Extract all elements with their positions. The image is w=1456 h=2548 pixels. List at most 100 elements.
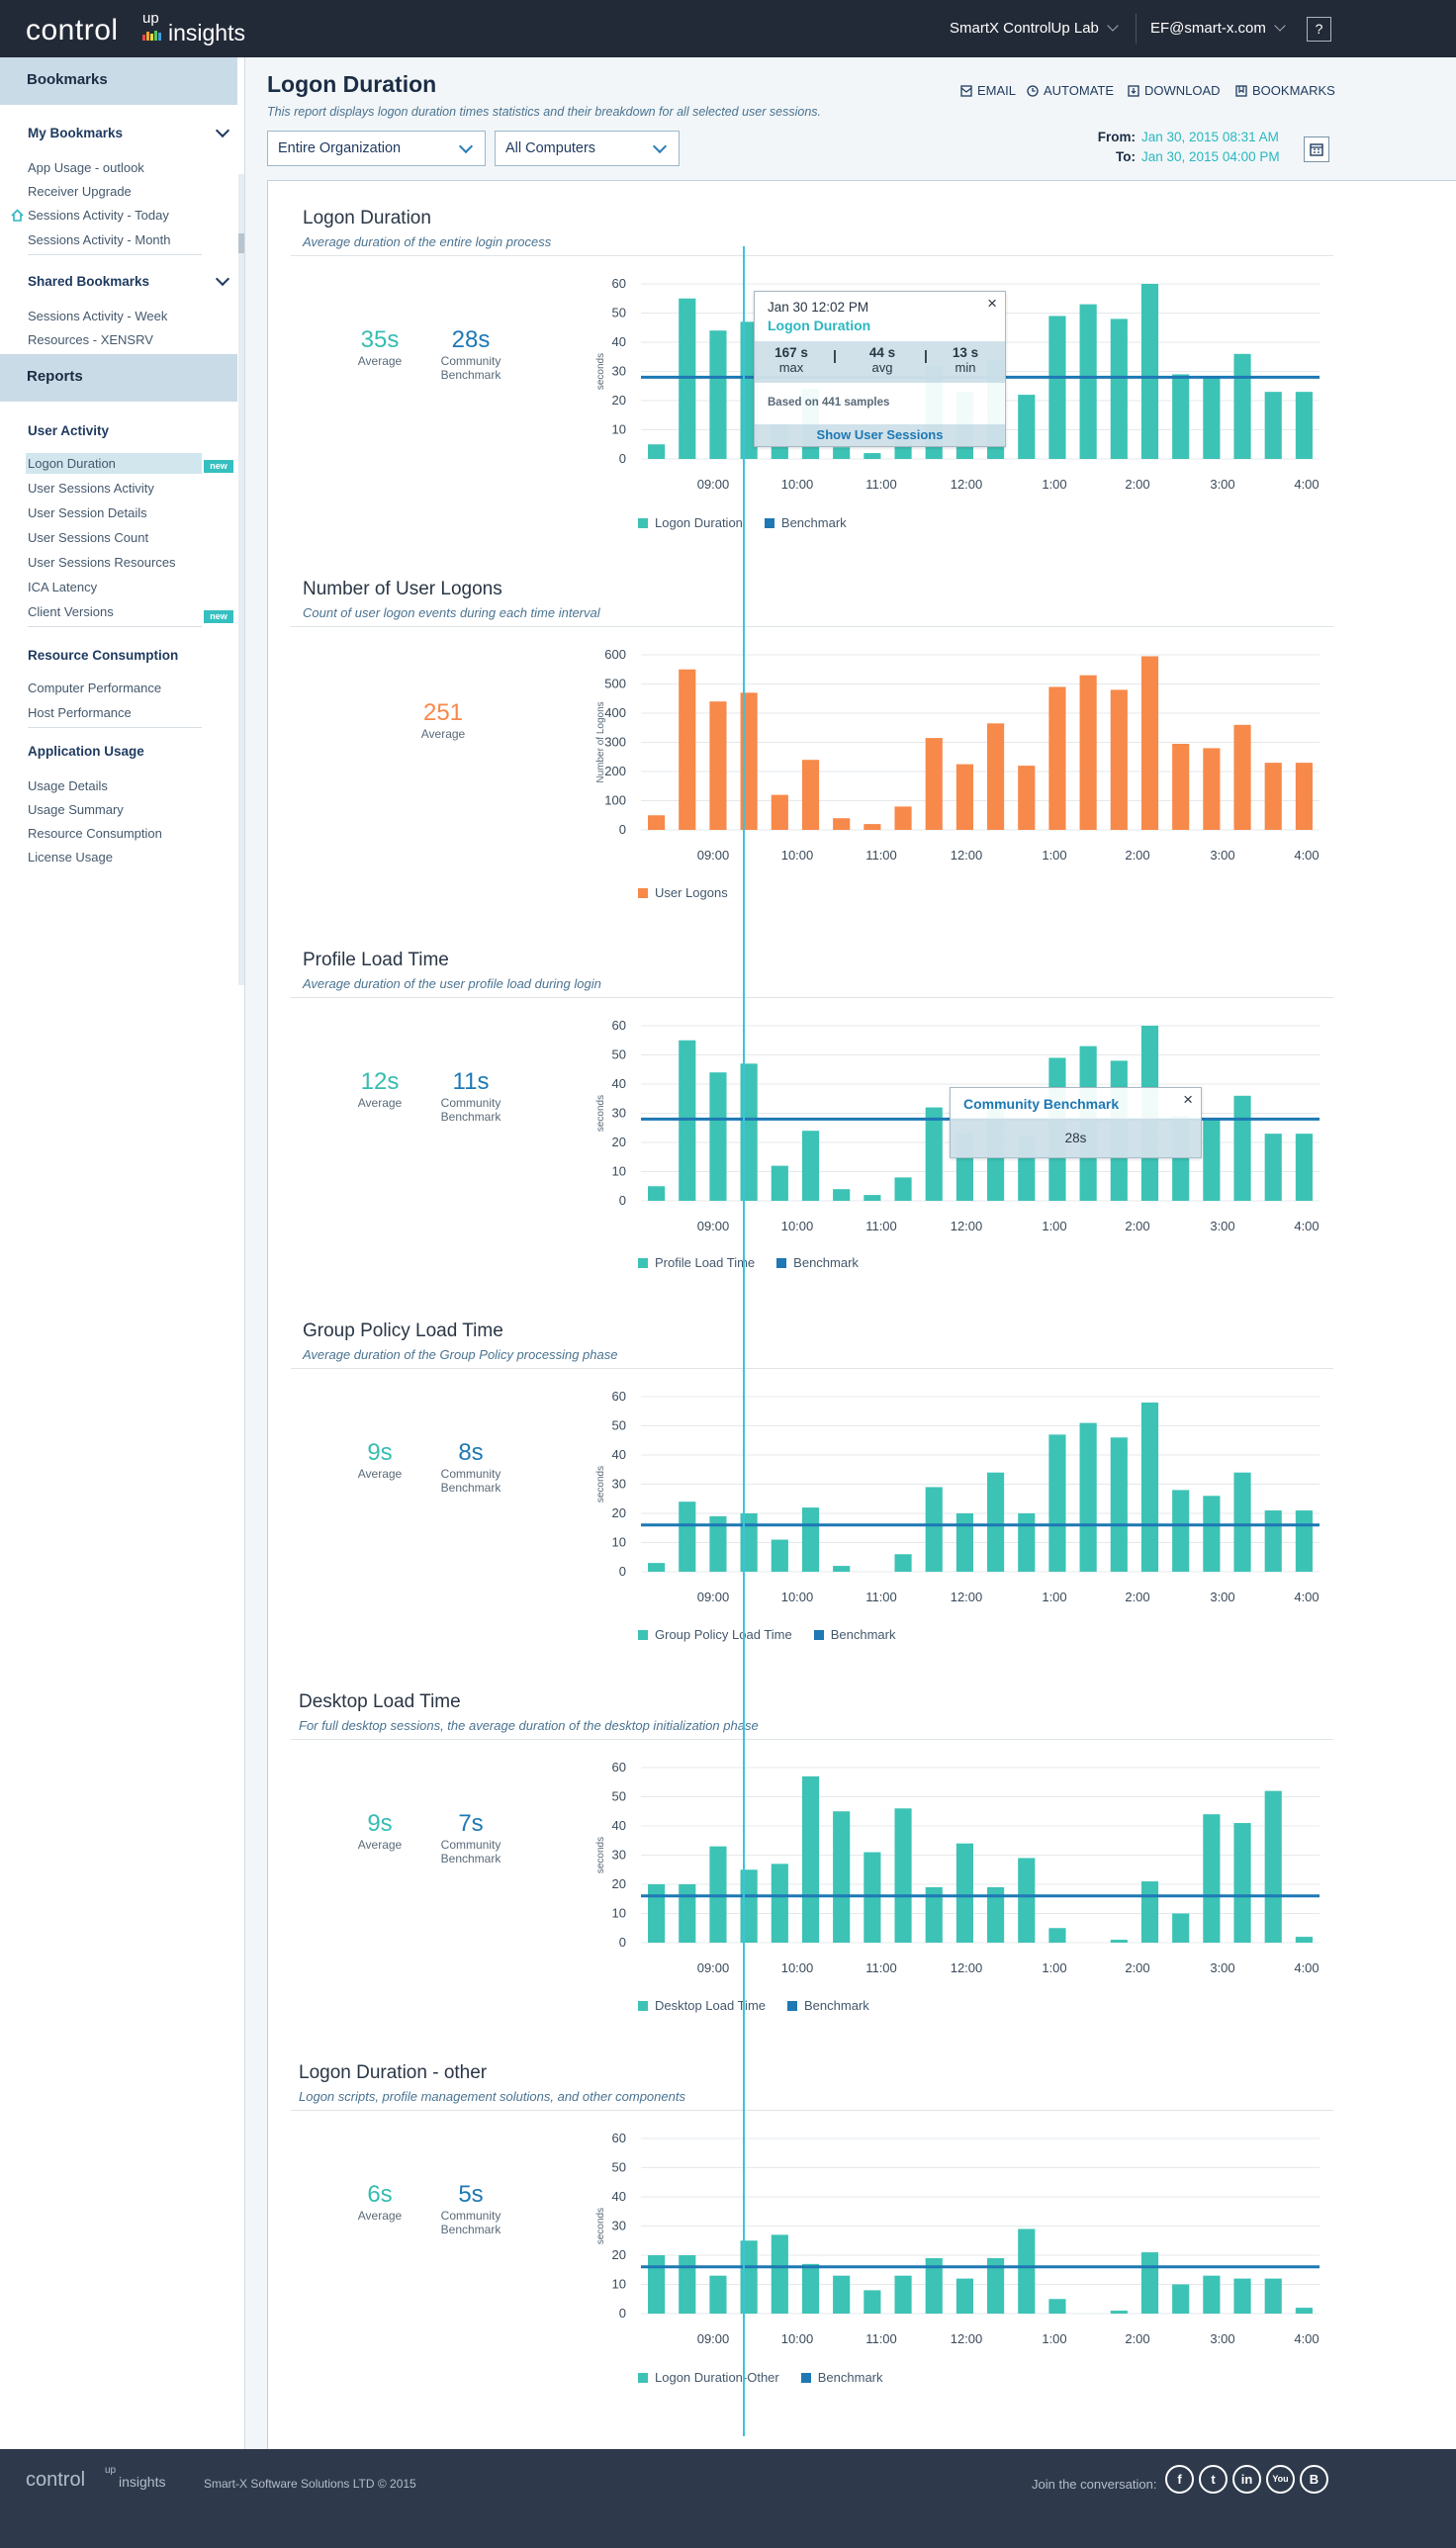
chart-bar <box>894 1554 912 1572</box>
chart-bar <box>771 1539 788 1572</box>
separator: | <box>833 347 837 363</box>
x-tick-label: 3:00 <box>1210 1219 1234 1233</box>
chart-bar <box>801 1131 820 1201</box>
y-tick-label: 20 <box>612 1135 626 1149</box>
y-tick-label: 20 <box>612 1876 626 1891</box>
chart-bar <box>1233 1472 1251 1572</box>
y-tick-label: 40 <box>612 1818 626 1833</box>
x-tick-label: 2:00 <box>1125 848 1149 863</box>
chart-bar <box>1140 284 1159 459</box>
avg-label: avg <box>871 360 893 375</box>
chart-bar <box>1264 2278 1282 2314</box>
avg-value: 44 s <box>868 345 896 360</box>
chart-bar <box>1140 2252 1159 2314</box>
y-tick-label: 30 <box>612 1477 626 1492</box>
twitter-icon[interactable]: t <box>1199 2465 1228 2494</box>
x-tick-label: 4:00 <box>1294 1219 1319 1233</box>
chart-bar <box>1295 2308 1313 2314</box>
x-tick-label: 3:00 <box>1210 848 1234 863</box>
separator: | <box>924 347 928 363</box>
chart-bar <box>1295 1510 1313 1572</box>
close-icon[interactable]: × <box>1183 1090 1193 1110</box>
chart-bar <box>894 1177 912 1201</box>
tooltip-avg: 44 s avg <box>848 345 917 375</box>
x-tick-label: 4:00 <box>1294 477 1319 492</box>
logo-up-text: up <box>105 2465 117 2476</box>
chart-bar <box>1018 395 1036 459</box>
y-tick-label: 20 <box>612 2247 626 2262</box>
show-user-sessions-link[interactable]: Show User Sessions <box>755 424 1005 446</box>
chart-bar <box>1203 377 1221 459</box>
y-tick-label: 60 <box>612 2131 626 2145</box>
y-tick-label: 300 <box>604 735 626 750</box>
x-tick-label: 10:00 <box>781 477 814 492</box>
y-axis-label: seconds <box>595 1837 606 1873</box>
chart-bar <box>1018 1858 1036 1943</box>
chart-bar <box>801 2263 820 2314</box>
y-tick-label: 30 <box>612 2219 626 2233</box>
chart-bar <box>833 1189 851 1201</box>
tooltip-min: 13 s min <box>931 345 1000 375</box>
y-tick-label: 0 <box>619 2306 626 2320</box>
chart-bar <box>864 2290 881 2314</box>
chart-bar <box>1048 1434 1066 1572</box>
y-tick-label: 40 <box>612 1076 626 1091</box>
time-cursor-line[interactable] <box>743 246 745 2436</box>
y-tick-label: 10 <box>612 1535 626 1550</box>
chart-bar <box>1110 2311 1128 2314</box>
chart-bar <box>1172 1490 1190 1572</box>
community-benchmark-tooltip: × Community Benchmark 28s <box>950 1087 1202 1158</box>
x-tick-label: 1:00 <box>1042 1219 1066 1233</box>
chart-bar <box>1079 675 1097 830</box>
chart-bar <box>801 1775 820 1943</box>
chart-bar <box>1295 1134 1313 1201</box>
max-label: max <box>778 360 804 375</box>
y-tick-label: 60 <box>612 1389 626 1404</box>
chart-bar <box>1140 1881 1159 1943</box>
chart-bar <box>709 2275 727 2314</box>
chart-bar <box>801 1507 820 1572</box>
close-icon[interactable]: × <box>987 294 997 314</box>
x-tick-label: 1:00 <box>1042 477 1066 492</box>
chart-bar <box>679 1884 696 1943</box>
chart-bar <box>833 2275 851 2314</box>
charts-canvas: 0 10 20 30 40 50 60 seconds 09:00 10:00 11:00 12:00… <box>595 276 1320 2346</box>
x-tick-label: 09:00 <box>697 848 730 863</box>
x-tick-label: 3:00 <box>1210 1590 1234 1604</box>
tooltip-date: Jan 30 12:02 PM <box>768 300 869 315</box>
chart-bar <box>679 1502 696 1572</box>
chart-bar <box>648 2255 666 2314</box>
min-value: 13 s <box>952 345 979 360</box>
linkedin-icon[interactable]: in <box>1232 2465 1261 2494</box>
y-axis-label: seconds <box>595 2208 606 2244</box>
chart-bar <box>771 2234 788 2314</box>
y-tick-label: 20 <box>612 1505 626 1520</box>
y-tick-label: 600 <box>604 647 626 662</box>
chart-bar <box>925 1107 943 1201</box>
y-tick-label: 0 <box>619 1193 626 1208</box>
chart-bar <box>894 2275 912 2314</box>
chart-bar <box>1264 392 1282 459</box>
facebook-icon[interactable]: f <box>1165 2465 1194 2494</box>
y-tick-label: 500 <box>604 677 626 691</box>
chart-bar <box>1233 2278 1251 2314</box>
y-tick-label: 30 <box>612 364 626 379</box>
youtube-icon[interactable]: You <box>1266 2465 1295 2494</box>
x-tick-label: 11:00 <box>865 1960 897 1975</box>
chart-bar <box>1203 748 1221 830</box>
y-tick-label: 50 <box>612 306 626 320</box>
tooltip-stats: 167 s max | 44 s avg | 13 s min <box>755 341 1005 383</box>
chart-bar <box>925 738 943 830</box>
x-tick-label: 09:00 <box>697 1219 730 1233</box>
chart-bar <box>864 1195 881 1201</box>
chart-bar <box>1264 1134 1282 1201</box>
y-tick-label: 0 <box>619 451 626 466</box>
tooltip-series-name: Community Benchmark <box>963 1096 1120 1112</box>
chart-bar <box>1203 2275 1221 2314</box>
blogger-icon[interactable]: B <box>1300 2465 1328 2494</box>
chart-bar <box>1079 1422 1097 1572</box>
chart-bar <box>1048 1928 1066 1943</box>
logon-duration-tooltip: × Jan 30 12:02 PM Logon Duration 167 s ma… <box>754 291 1006 447</box>
chart-bar <box>987 1472 1005 1572</box>
x-tick-label: 10:00 <box>781 1590 814 1604</box>
